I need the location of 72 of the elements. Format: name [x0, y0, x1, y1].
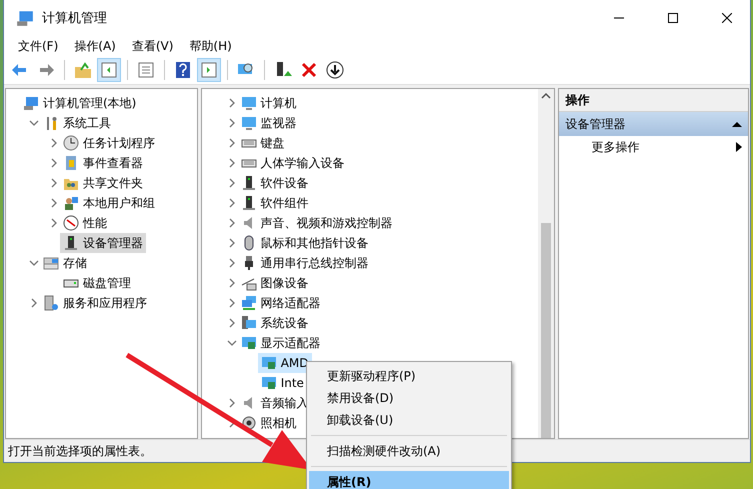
- tree-item[interactable]: 任务计划程序: [60, 133, 158, 153]
- menu-item[interactable]: 操作(A): [66, 38, 124, 54]
- tree-item[interactable]: 网络适配器: [238, 293, 324, 313]
- scrollbar[interactable]: [538, 89, 554, 438]
- close-icon: [722, 13, 732, 23]
- network-icon: [240, 295, 257, 311]
- collapse-triangle-icon[interactable]: [732, 120, 742, 128]
- tree-item[interactable]: 通用串行总线控制器: [238, 253, 372, 273]
- monitor-icon: [240, 95, 257, 111]
- tree-item[interactable]: 人体学输入设备: [238, 153, 348, 173]
- action-label: 更多操作: [591, 138, 640, 156]
- tree-item[interactable]: 共享文件夹: [60, 173, 146, 193]
- help-icon: [173, 60, 193, 80]
- tree-item[interactable]: 计算机: [238, 93, 300, 113]
- menu-item[interactable]: 帮助(H): [181, 38, 240, 54]
- console-tree-icon: [99, 60, 119, 80]
- menu-item[interactable]: 文件(F): [10, 38, 66, 54]
- display-adapter-icon: [260, 375, 277, 391]
- context-menu-item[interactable]: 属性(R): [309, 471, 509, 489]
- computer-icon: [23, 95, 39, 111]
- tree-item[interactable]: Inte: [258, 373, 307, 393]
- system-devices-icon: [240, 315, 257, 331]
- context-menu-item[interactable]: 扫描检测硬件改动(A): [309, 440, 509, 462]
- device-icon: [63, 235, 79, 251]
- device-icon: [240, 175, 257, 191]
- context-menu-item[interactable]: 更新驱动程序(P): [309, 365, 509, 387]
- tree-item[interactable]: 存储: [40, 253, 90, 273]
- window-title: 计算机管理: [42, 10, 108, 27]
- scroll-thumb[interactable]: [541, 223, 552, 438]
- clock-icon: [63, 135, 79, 151]
- action-item[interactable]: 更多操作: [559, 136, 748, 158]
- device-icon: [240, 195, 257, 211]
- tree-item[interactable]: 服务和应用程序: [40, 293, 150, 313]
- tree-item[interactable]: 计算机管理(本地): [20, 93, 140, 113]
- menu-item[interactable]: 查看(V): [124, 38, 182, 54]
- users-icon: [63, 195, 79, 211]
- display-adapter-icon: [240, 335, 257, 351]
- tree-item[interactable]: 图像设备: [238, 273, 312, 293]
- display-adapter-icon: [260, 355, 277, 371]
- event-log-icon: [63, 155, 79, 171]
- download-circle-icon: [325, 60, 345, 80]
- action-section[interactable]: 设备管理器: [559, 112, 748, 136]
- tree-item[interactable]: 软件设备: [238, 173, 312, 193]
- tree-item[interactable]: 事件查看器: [60, 153, 146, 173]
- tree-item[interactable]: 设备管理器: [60, 233, 146, 253]
- tree-item[interactable]: 监视器: [238, 113, 300, 133]
- tree-item[interactable]: 键盘: [238, 133, 288, 153]
- folder-up-icon: [73, 60, 93, 80]
- tree-item[interactable]: 鼠标和其他指针设备: [238, 233, 372, 253]
- section-title: 设备管理器: [565, 116, 626, 132]
- gauge-icon: [63, 215, 79, 231]
- tree-item[interactable]: 系统设备: [238, 313, 312, 333]
- actions-header: 操作: [559, 89, 748, 112]
- status-text: 打开当前选择项的属性表。: [8, 442, 152, 460]
- computer-icon: [16, 9, 34, 27]
- action-pane-icon: [199, 60, 219, 80]
- tree-item[interactable]: 照相机: [238, 413, 300, 433]
- services-icon: [43, 295, 59, 311]
- tree-item[interactable]: 声音、视频和游戏控制器: [238, 213, 396, 233]
- context-menu-item[interactable]: 禁用设备(D): [309, 387, 509, 409]
- maximize-icon: [668, 13, 678, 23]
- properties-icon: [136, 60, 156, 80]
- monitor-icon: [240, 115, 257, 131]
- tree-item[interactable]: 显示适配器: [238, 333, 324, 353]
- tree-item[interactable]: 软件组件: [238, 193, 312, 213]
- tree-item[interactable]: 磁盘管理: [60, 273, 134, 293]
- tree-item[interactable]: 本地用户和组: [60, 193, 158, 213]
- context-menu-item[interactable]: 卸载设备(U): [309, 409, 509, 431]
- storage-icon: [43, 255, 59, 271]
- tree-item[interactable]: 系统工具: [40, 113, 114, 133]
- tree-item[interactable]: 性能: [60, 213, 110, 233]
- delete-icon: [299, 60, 319, 80]
